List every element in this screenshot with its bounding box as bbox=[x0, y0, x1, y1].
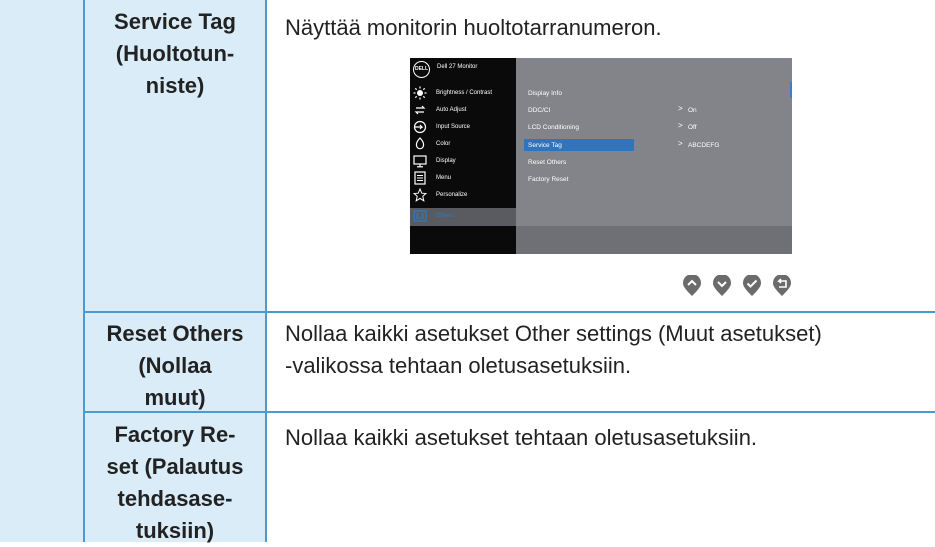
osd-menu-personalize[interactable]: Personalize bbox=[410, 187, 516, 205]
osd-menu-brightness-contrast[interactable]: Brightness / Contrast bbox=[410, 85, 516, 103]
color-icon bbox=[415, 137, 425, 150]
check-icon[interactable] bbox=[741, 275, 763, 297]
others-icon bbox=[413, 210, 427, 222]
column-rule bbox=[265, 0, 267, 542]
osd-menu-input-source[interactable]: Input Source bbox=[410, 119, 516, 137]
row-name-line: tuksiin) bbox=[135, 518, 215, 543]
osd-submenu-ddc-ci[interactable]: DDC/CI bbox=[528, 107, 550, 114]
chevron-right-icon: > bbox=[678, 104, 683, 113]
row-description-factory-reset: Nollaa kaikki asetukset tehtaan oletusas… bbox=[285, 422, 915, 454]
osd-menu-display[interactable]: Display bbox=[410, 153, 516, 171]
osd-menu-label: Others bbox=[436, 213, 455, 219]
row-name-factory-reset: Factory Re- set (Palautus tehdasase- tuk… bbox=[85, 419, 265, 547]
star-icon bbox=[413, 188, 427, 202]
osd-submenu-display-info[interactable]: Display Info bbox=[528, 90, 562, 97]
row-description-reset-others: Nollaa kaikki asetukset Other settings (… bbox=[285, 318, 915, 382]
row-name-line: Reset Others bbox=[106, 321, 244, 346]
row-name-line: muut) bbox=[144, 385, 206, 410]
row-name-line: set (Palautus bbox=[106, 454, 244, 479]
row-description-line: Näyttää monitorin huoltotarranumeron. bbox=[285, 15, 662, 40]
osd-submenu-factory-reset[interactable]: Factory Reset bbox=[528, 176, 568, 183]
row-rule bbox=[83, 311, 935, 313]
osd-menu-others[interactable]: Others bbox=[410, 208, 516, 226]
osd-footer-bar bbox=[516, 226, 792, 254]
margin-column bbox=[0, 0, 83, 542]
osd-menu-label: Auto Adjust bbox=[436, 107, 467, 113]
row-description-line: Nollaa kaikki asetukset Other settings (… bbox=[285, 321, 822, 346]
osd-menu-label: Color bbox=[436, 141, 451, 147]
row-name-line: (Huoltotun- bbox=[115, 41, 235, 66]
display-icon bbox=[413, 155, 427, 168]
row-description-line: Nollaa kaikki asetukset tehtaan oletusas… bbox=[285, 425, 758, 450]
osd-submenu-lcd-conditioning[interactable]: LCD Conditioning bbox=[528, 124, 579, 131]
osd-menu-label: Display bbox=[436, 158, 456, 164]
input-source-icon bbox=[413, 120, 427, 134]
osd-menu-color[interactable]: Color bbox=[410, 136, 516, 154]
osd-menu-screenshot: DELL Dell 27 Monitor Brightness / Contra… bbox=[410, 58, 792, 254]
row-name-reset-others: Reset Others (Nollaa muut) bbox=[85, 318, 265, 414]
osd-menu-label: Brightness / Contrast bbox=[436, 90, 493, 96]
osd-submenu-panel bbox=[516, 58, 792, 254]
row-name-line: Factory Re- bbox=[114, 422, 236, 447]
down-icon[interactable] bbox=[711, 275, 733, 297]
osd-main-menu: DELL Dell 27 Monitor Brightness / Contra… bbox=[410, 58, 516, 254]
osd-value-ddc-ci: On bbox=[688, 107, 697, 114]
osd-menu-label: Personalize bbox=[436, 192, 468, 198]
chevron-right-icon: > bbox=[678, 139, 683, 148]
osd-scroll-indicator bbox=[790, 82, 792, 98]
osd-value-lcd-conditioning: Off bbox=[688, 124, 697, 131]
auto-adjust-icon bbox=[414, 105, 426, 115]
menu-icon bbox=[414, 171, 426, 185]
osd-value-service-tag: ABCDEFG bbox=[688, 142, 720, 149]
osd-submenu-service-tag[interactable]: Service Tag bbox=[528, 142, 562, 149]
row-description-line: -valikossa tehtaan oletusasetuksiin. bbox=[285, 353, 632, 378]
osd-menu-auto-adjust[interactable]: Auto Adjust bbox=[410, 102, 516, 120]
dell-logo: DELL bbox=[413, 61, 430, 78]
osd-menu-label: Menu bbox=[436, 175, 452, 181]
up-icon[interactable] bbox=[681, 275, 703, 297]
osd-submenu-reset-others[interactable]: Reset Others bbox=[528, 159, 566, 166]
osd-menu-label: Input Source bbox=[436, 124, 471, 130]
back-icon[interactable] bbox=[771, 275, 793, 297]
row-name-line: (Nollaa bbox=[138, 353, 212, 378]
osd-title: Dell 27 Monitor bbox=[437, 64, 478, 70]
chevron-right-icon: > bbox=[678, 121, 683, 130]
row-description-service-tag: Näyttää monitorin huoltotarranumeron. bbox=[285, 12, 915, 44]
row-name-line: niste) bbox=[145, 73, 205, 98]
brightness-icon bbox=[413, 86, 427, 100]
row-name-service-tag: Service Tag (Huoltotun- niste) bbox=[85, 6, 265, 102]
row-name-line: Service Tag bbox=[114, 9, 236, 34]
row-name-line: tehdasase- bbox=[117, 486, 233, 511]
osd-menu-menu[interactable]: Menu bbox=[410, 170, 516, 188]
